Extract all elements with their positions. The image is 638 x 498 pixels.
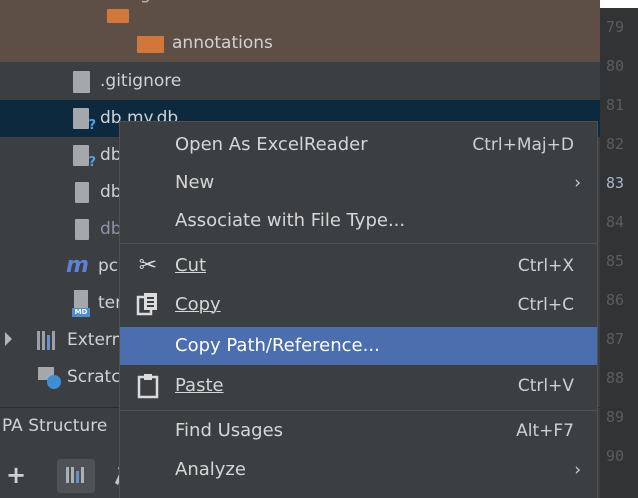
line-number: 85 [606, 252, 625, 270]
show-libraries-button[interactable] [57, 459, 95, 493]
copy-icon [136, 292, 160, 318]
menu-item-label: Paste [175, 375, 224, 396]
menu-separator [120, 410, 597, 411]
chevron-right-icon[interactable] [5, 332, 12, 346]
menu-item-shortcut: Ctrl+X [517, 256, 574, 276]
line-number-gutter: 79 80 81 82 83 84 85 86 87 88 89 90 [600, 8, 638, 498]
line-number: 90 [606, 447, 625, 465]
line-number: 80 [606, 57, 625, 75]
ignore-file-icon [73, 71, 90, 93]
current-line-number: 83 [606, 174, 625, 192]
tree-item-label: pc [98, 256, 119, 276]
tree-item-label: Scratc [67, 367, 121, 387]
text-file-icon [75, 182, 89, 203]
menu-item-label: Copy Path/Reference... [175, 335, 380, 356]
menu-item-paste[interactable]: Paste Ctrl+V [120, 367, 597, 405]
line-number: 86 [606, 291, 625, 309]
scissors-icon: ✂ [138, 253, 158, 278]
tree-item-label: annotations [172, 33, 273, 53]
folder-icon [107, 9, 129, 23]
menu-item-label: Copy [175, 294, 221, 315]
line-number: 84 [606, 213, 625, 231]
menu-item-shortcut: Ctrl+Maj+D [472, 135, 574, 155]
library-icon [37, 331, 61, 350]
unknown-file-icon [73, 145, 96, 170]
line-number: 89 [606, 408, 625, 426]
menu-item-label: Open As ExcelReader [175, 134, 368, 155]
context-menu: Open As ExcelReader Ctrl+Maj+D New › Ass… [119, 121, 598, 498]
menu-item-label: New [175, 172, 215, 193]
menu-item-copy-path-reference[interactable]: Copy Path/Reference... [120, 327, 597, 365]
scratch-icon [38, 367, 62, 389]
tree-item-generated-sources[interactable]: generated-sources [0, 0, 600, 25]
menu-item-open-as-excelreader[interactable]: Open As ExcelReader Ctrl+Maj+D [120, 126, 597, 164]
tree-item-label: Extern [67, 330, 123, 350]
line-number: 81 [606, 96, 625, 114]
menu-item-shortcut: Ctrl+V [517, 376, 574, 396]
ide-window: generated-sources annotations .gitignore… [0, 0, 638, 498]
line-number: 87 [606, 330, 625, 348]
text-file-icon [75, 219, 89, 240]
md-badge: MD [72, 308, 90, 317]
menu-item-cut[interactable]: ✂ Cut Ctrl+X [120, 247, 597, 285]
menu-item-copy[interactable]: Copy Ctrl+C [120, 286, 597, 324]
submenu-arrow-icon: › [574, 173, 581, 193]
menu-item-label: Associate with File Type... [175, 210, 406, 231]
tree-item-label: generated-sources [140, 0, 299, 13]
menu-item-associate-file-type[interactable]: Associate with File Type... [120, 202, 597, 240]
paste-icon [136, 373, 160, 399]
tree-item-annotations[interactable]: annotations [0, 25, 600, 62]
menu-item-label: Find Usages [175, 420, 284, 441]
line-number: 79 [606, 18, 625, 36]
unknown-file-icon [73, 108, 96, 133]
menu-item-new[interactable]: New › [120, 164, 597, 202]
add-icon[interactable]: + [6, 461, 26, 489]
folder-icon [137, 36, 164, 53]
menu-item-shortcut: Ctrl+C [517, 295, 574, 315]
menu-item-shortcut: Alt+F7 [516, 421, 574, 441]
menu-separator [120, 243, 597, 244]
line-number: 82 [606, 135, 625, 153]
menu-item-label: Analyze [175, 459, 246, 480]
panel-title: PA Structure [2, 416, 108, 436]
menu-item-label: Cut [175, 255, 207, 276]
submenu-arrow-icon: › [574, 460, 581, 480]
markdown-file-icon: MD [70, 290, 92, 318]
menu-item-find-usages[interactable]: Find Usages Alt+F7 [120, 412, 597, 450]
tree-item-gitignore[interactable]: .gitignore [0, 63, 600, 100]
maven-icon: m [66, 253, 89, 278]
tree-item-label: .gitignore [100, 71, 182, 91]
line-number: 88 [606, 369, 625, 387]
menu-item-analyze[interactable]: Analyze › [120, 451, 597, 489]
